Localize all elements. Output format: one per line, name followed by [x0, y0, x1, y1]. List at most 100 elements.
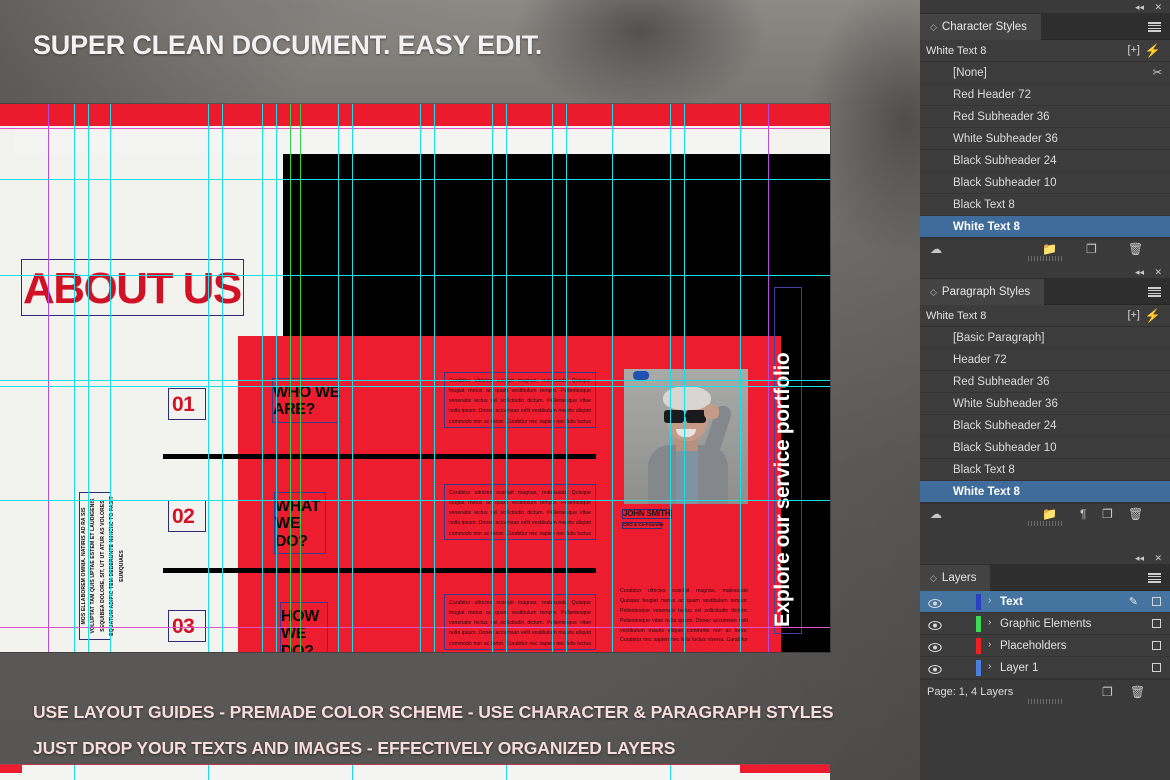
style-row[interactable]: Header 72 [920, 349, 1170, 371]
style-row[interactable]: Black Text 8 [920, 459, 1170, 481]
style-row[interactable]: White Subheader 36 [920, 393, 1170, 415]
eye-icon[interactable] [928, 640, 942, 651]
style-row[interactable]: Black Text 8 [920, 194, 1170, 216]
layers-topbar: ◂◂ ✕ [920, 551, 1170, 565]
item-number-frame-03[interactable]: 03 [168, 610, 206, 642]
layer-row[interactable]: › Placeholders [920, 635, 1170, 657]
person-photo[interactable] [624, 369, 748, 504]
paragraph-styles-panel: ◂◂ ✕ ◇ Paragraph Styles White Text 8 [+]… [920, 265, 1170, 525]
panel-menu-icon[interactable] [1148, 287, 1161, 297]
close-icon[interactable]: ✕ [1154, 2, 1162, 13]
close-icon[interactable]: ✕ [1154, 267, 1162, 278]
load-styles-icon[interactable]: ☁ [930, 507, 942, 521]
clear-overrides-icon[interactable]: ⚡ [1145, 43, 1161, 59]
item-number-02: 02 [172, 505, 194, 529]
clear-overrides-icon[interactable]: ⚡ [1145, 308, 1161, 324]
new-style-icon[interactable]: [+] [1127, 309, 1140, 321]
style-row-label: Red Subheader 36 [953, 111, 1050, 123]
layer-name: Placeholders [1000, 640, 1066, 652]
layers-list[interactable]: ›Text✎›Graphic Elements›Placeholders›Lay… [920, 591, 1170, 679]
clear-overrides-icon-footer[interactable]: ¶ [1080, 507, 1086, 521]
new-style-icon-footer[interactable]: ❐ [1086, 242, 1097, 256]
new-style-icon-footer[interactable]: ❐ [1102, 507, 1113, 521]
style-row-label: Red Subheader 36 [953, 376, 1050, 388]
layer-row[interactable]: › Graphic Elements [920, 613, 1170, 635]
character-styles-topbar: ◂◂ ✕ [920, 0, 1170, 14]
lock-toggle-icon[interactable] [1152, 619, 1161, 628]
style-row[interactable]: Black Subheader 10 [920, 437, 1170, 459]
delete-icon[interactable]: 🗑 [1128, 242, 1143, 256]
style-row[interactable]: Red Subheader 36 [920, 371, 1170, 393]
delete-layer-icon[interactable]: 🗑 [1130, 685, 1145, 699]
tab-character-styles-label: Character Styles [942, 21, 1027, 33]
layers-tabstrip: ◇ Layers [920, 565, 1170, 591]
person-role: CEO & Co-Founder [623, 522, 664, 527]
layers-footer: Page: 1, 4 Layers ❐ 🗑 [920, 679, 1170, 703]
item-number-frame-01[interactable]: 01 [168, 388, 206, 420]
chevron-right-icon[interactable]: › [988, 617, 991, 628]
unlink-style-icon[interactable]: ✂ [1153, 66, 1162, 79]
style-row[interactable]: White Subheader 36 [920, 128, 1170, 150]
next-page-sliver[interactable] [0, 764, 830, 780]
page-title: ABOUT US [23, 267, 241, 311]
style-row[interactable]: Black Subheader 24 [920, 415, 1170, 437]
paragraph-styles-list[interactable]: [Basic Paragraph]Header 72 Red Subheader … [920, 327, 1170, 503]
panel-menu-icon[interactable] [1148, 22, 1161, 32]
collapse-icon[interactable]: ◂◂ [1135, 553, 1144, 564]
next-page-red-left [0, 765, 22, 773]
style-row[interactable]: Black Subheader 10 [920, 172, 1170, 194]
style-row[interactable]: Black Subheader 24 [920, 150, 1170, 172]
chevron-right-icon[interactable]: › [988, 639, 991, 650]
style-row[interactable]: White Text 8 [920, 481, 1170, 503]
layer-name: Text [1000, 596, 1023, 608]
lock-toggle-icon[interactable] [1152, 663, 1161, 672]
style-row-label: White Text 8 [953, 221, 1020, 233]
item-number-frame-02[interactable]: 02 [168, 500, 206, 532]
load-styles-icon[interactable]: ☁ [930, 242, 942, 256]
eye-icon[interactable] [928, 662, 942, 673]
lock-toggle-icon[interactable] [1152, 597, 1161, 606]
next-page-guide-5 [670, 765, 671, 780]
question-label-01: WHO WE ARE? [273, 384, 345, 419]
eye-icon[interactable] [928, 618, 942, 629]
collapse-icon[interactable]: ◂◂ [1135, 2, 1144, 13]
cta-vertical-label: Explore our service portfolio [771, 294, 798, 627]
style-row-label: Black Subheader 24 [953, 420, 1057, 432]
body-copy-frame-02[interactable]: Curabitur ultricies suscipit magnas, mal… [444, 484, 596, 540]
document-canvas[interactable]: ABOUT US 01 02 03 WHO WE ARE? WHAT WE DO… [0, 104, 830, 652]
chevron-right-icon[interactable]: › [988, 661, 991, 672]
style-row[interactable]: White Text 8 [920, 216, 1170, 238]
panel-menu-icon[interactable] [1148, 573, 1161, 583]
paragraph-styles-tabstrip: ◇ Paragraph Styles [920, 279, 1170, 305]
diamond-icon: ◇ [930, 287, 937, 298]
paragraph-styles-topbar: ◂◂ ✕ [920, 265, 1170, 279]
tab-paragraph-styles[interactable]: ◇ Paragraph Styles [920, 279, 1044, 305]
body-copy-frame-01[interactable]: Curabitur ultricies suscipit magnas, mal… [444, 372, 596, 428]
new-style-icon[interactable]: [+] [1127, 44, 1140, 56]
lock-toggle-icon[interactable] [1152, 641, 1161, 650]
style-row[interactable]: [None]✂ [920, 62, 1170, 84]
panel-resize-grip[interactable] [1028, 521, 1062, 526]
delete-icon[interactable]: 🗑 [1128, 507, 1143, 521]
layer-row[interactable]: ›Text✎ [920, 591, 1170, 613]
panel-resize-grip[interactable] [1028, 256, 1062, 261]
new-layer-icon[interactable]: ❐ [1102, 685, 1113, 699]
collapse-icon[interactable]: ◂◂ [1135, 267, 1144, 278]
close-icon[interactable]: ✕ [1154, 553, 1162, 564]
character-styles-list[interactable]: [None]✂Red Header 72 Red Subheader 36 Whit… [920, 62, 1170, 238]
new-group-icon[interactable]: 📁 [1042, 507, 1057, 521]
layer-row[interactable]: ›Layer 1 [920, 657, 1170, 679]
new-group-icon[interactable]: 📁 [1042, 242, 1057, 256]
tab-layers[interactable]: ◇ Layers [920, 565, 990, 591]
tab-character-styles[interactable]: ◇ Character Styles [920, 14, 1041, 40]
style-row[interactable]: Red Header 72 [920, 84, 1170, 106]
chevron-right-icon[interactable]: › [988, 595, 991, 606]
eye-icon[interactable] [928, 596, 942, 607]
person-bio-frame[interactable]: Curabitur ultricies suscipit magnas, mal… [620, 587, 748, 647]
style-row[interactable]: [Basic Paragraph] [920, 327, 1170, 349]
body-copy-frame-03[interactable]: Curabitur ultricies suscipit magnas, mal… [444, 594, 596, 650]
layer-name: Graphic Elements [1000, 618, 1091, 630]
style-row[interactable]: Red Subheader 36 [920, 106, 1170, 128]
page-white-band [14, 126, 769, 154]
panel-resize-grip[interactable] [1028, 699, 1062, 704]
